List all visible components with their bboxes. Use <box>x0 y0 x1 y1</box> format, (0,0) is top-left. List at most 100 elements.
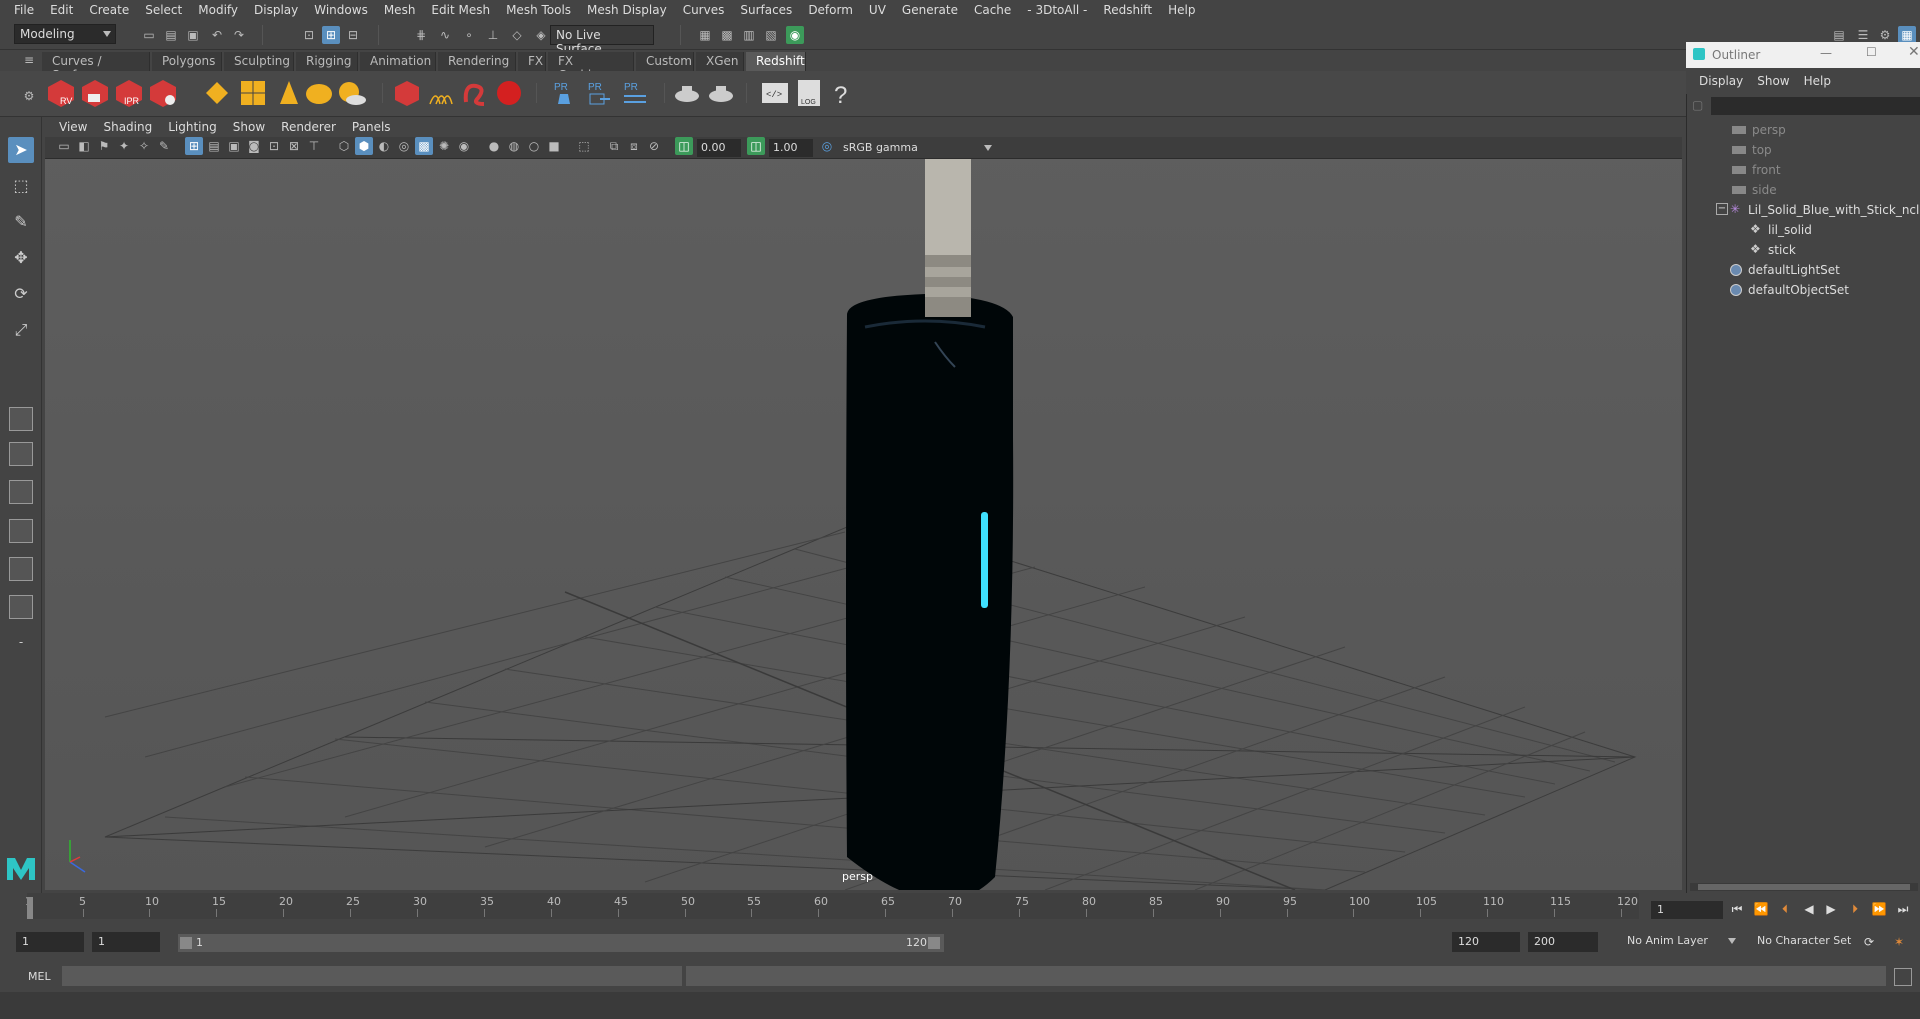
playback-end-field[interactable]: 120 <box>1452 932 1520 952</box>
shelf-tab-redshift[interactable]: Redshift <box>746 52 806 71</box>
four-view-layout-icon[interactable] <box>9 442 33 466</box>
shelf-settings-icon[interactable]: ⚙ <box>20 87 38 105</box>
rs-curve-icon[interactable] <box>460 78 490 108</box>
render-frame-icon[interactable]: ▩ <box>718 26 736 44</box>
outliner-item[interactable]: ✳ Lil_Solid_Blue_with_Stick_ncl1_1 − <box>1686 200 1920 220</box>
safe-action-icon[interactable]: ⊠ <box>285 137 303 155</box>
go-to-start-icon[interactable]: ⏮ <box>1728 899 1746 919</box>
outliner-item[interactable]: defaultLightSet <box>1686 260 1920 280</box>
menu-curves[interactable]: Curves <box>675 3 733 17</box>
outliner-menu-show[interactable]: Show <box>1750 74 1796 88</box>
anti-aliasing-icon[interactable]: ○ <box>525 137 543 155</box>
menu-select[interactable]: Select <box>137 3 190 17</box>
isolate-select-icon[interactable]: ⬚ <box>575 137 593 155</box>
menu-display[interactable]: Display <box>246 3 306 17</box>
close-icon[interactable]: ✕ <box>1908 44 1920 60</box>
outliner-layout-icon[interactable] <box>9 595 33 619</box>
smooth-shade-icon[interactable]: ⬢ <box>355 137 373 155</box>
rs-log-icon[interactable]: LOG <box>794 78 824 108</box>
open-scene-icon[interactable]: ▤ <box>162 26 180 44</box>
single-perspective-layout-icon[interactable] <box>9 407 33 431</box>
outliner-menu-display[interactable]: Display <box>1692 74 1750 88</box>
move-tool-icon[interactable]: ✥ <box>8 245 34 271</box>
bookmarks-icon[interactable]: ⚑ <box>95 137 113 155</box>
perspective-viewport[interactable] <box>45 117 1682 890</box>
playhead[interactable] <box>27 897 33 919</box>
field-chart-icon[interactable]: ⊡ <box>265 137 283 155</box>
play-forward-icon[interactable]: ▶ <box>1822 899 1840 919</box>
step-forward-key-icon[interactable]: ⏵ <box>1846 899 1864 919</box>
lasso-tool-icon[interactable]: ⬚ <box>8 173 34 199</box>
select-hierarchy-icon[interactable]: ⊡ <box>300 26 318 44</box>
maximize-icon[interactable]: ☐ <box>1866 45 1877 59</box>
menu-cache[interactable]: Cache <box>966 3 1019 17</box>
rs-proxy-import-icon[interactable]: PR <box>584 78 614 108</box>
colorspace-dropdown[interactable]: sRGB gamma <box>838 139 992 157</box>
viewport-menu-renderer[interactable]: Renderer <box>273 120 344 134</box>
hypershade-icon[interactable]: ◉ <box>786 26 804 44</box>
rs-grid-icon[interactable] <box>238 78 268 108</box>
use-all-lights-icon[interactable]: ✺ <box>435 137 453 155</box>
menu-deform[interactable]: Deform <box>800 3 861 17</box>
render-view-icon[interactable]: ▦ <box>696 26 714 44</box>
custom-layout-icon[interactable]: - <box>8 629 34 655</box>
xray-components-icon[interactable]: ⧈ <box>625 137 643 155</box>
shelf-tab-fx[interactable]: FX <box>518 52 546 71</box>
film-gate-icon[interactable]: ▤ <box>205 137 223 155</box>
stick-mesh[interactable] <box>925 139 971 317</box>
xray-joints-icon[interactable]: ⧉ <box>605 137 623 155</box>
command-language-toggle[interactable]: MEL <box>28 970 51 983</box>
snap-curve-icon[interactable]: ∿ <box>436 26 454 44</box>
animation-start-field[interactable]: 1 <box>16 932 84 952</box>
gamma-toggle-icon[interactable]: ◫ <box>747 137 765 155</box>
render-settings-icon[interactable] <box>148 78 178 108</box>
resolution-gate-icon[interactable]: ▣ <box>225 137 243 155</box>
render-view-rv-icon[interactable]: RV <box>46 78 76 108</box>
save-scene-icon[interactable]: ▣ <box>184 26 202 44</box>
shelf-tab-sculpting[interactable]: Sculpting <box>224 52 294 71</box>
step-back-icon[interactable]: ⏪ <box>1752 899 1770 919</box>
outliner-horizontal-scrollbar[interactable] <box>1690 883 1918 891</box>
textured-icon[interactable]: ▩ <box>415 137 433 155</box>
menu-help[interactable]: Help <box>1160 3 1203 17</box>
menu-mesh-tools[interactable]: Mesh Tools <box>498 3 579 17</box>
select-tool-icon[interactable]: ➤ <box>8 137 34 163</box>
menu-mesh[interactable]: Mesh <box>376 3 424 17</box>
motion-blur-icon[interactable]: ◍ <box>505 137 523 155</box>
command-input[interactable] <box>62 966 682 986</box>
shelf-tab-animation[interactable]: Animation <box>360 52 436 71</box>
script-editor-icon[interactable] <box>1894 968 1912 986</box>
snap-grid-icon[interactable]: ⋕ <box>412 26 430 44</box>
outliner-item[interactable]: front <box>1686 160 1920 180</box>
rs-script-icon[interactable]: </> <box>760 78 790 108</box>
menu-surfaces[interactable]: Surfaces <box>732 3 800 17</box>
menu-redshift[interactable]: Redshift <box>1095 3 1160 17</box>
menu-file[interactable]: File <box>6 3 42 17</box>
collapse-icon[interactable]: − <box>1716 203 1728 215</box>
snap-view-icon[interactable]: ⊥ <box>484 26 502 44</box>
select-object-icon[interactable]: ⊞ <box>322 26 340 44</box>
rs-hair-icon[interactable] <box>426 78 456 108</box>
scale-tool-icon[interactable]: ⤢ <box>8 317 34 343</box>
ambient-occlusion-icon[interactable]: ● <box>485 137 503 155</box>
rs-sphere-icon[interactable] <box>494 78 524 108</box>
persp-graph-layout-icon[interactable] <box>9 519 33 543</box>
grease-pencil-icon[interactable]: ✎ <box>155 137 173 155</box>
wireframe-icon[interactable]: ⬡ <box>335 137 353 155</box>
menu-create[interactable]: Create <box>81 3 137 17</box>
outliner-item[interactable]: ❖ stick <box>1686 240 1920 260</box>
snap-live-icon[interactable]: ◈ <box>532 26 550 44</box>
rs-proxy-diamond-icon[interactable] <box>202 78 232 108</box>
menu-modify[interactable]: Modify <box>190 3 246 17</box>
workspace-dropdown[interactable]: Modeling <box>14 24 116 44</box>
render-ipr-icon[interactable]: IPR <box>114 78 144 108</box>
viewport-menu-view[interactable]: View <box>51 120 95 134</box>
step-back-key-icon[interactable]: ⏴ <box>1776 899 1794 919</box>
persp-outliner-layout-icon[interactable] <box>9 480 33 504</box>
shelf-tab-xgen[interactable]: XGen <box>696 52 744 71</box>
minimize-icon[interactable]: — <box>1820 46 1832 60</box>
rs-dome-light-icon[interactable] <box>304 78 334 108</box>
viewport-menu-show[interactable]: Show <box>225 120 273 134</box>
animation-end-field[interactable]: 200 <box>1528 932 1598 952</box>
shadows-icon[interactable]: ◉ <box>455 137 473 155</box>
